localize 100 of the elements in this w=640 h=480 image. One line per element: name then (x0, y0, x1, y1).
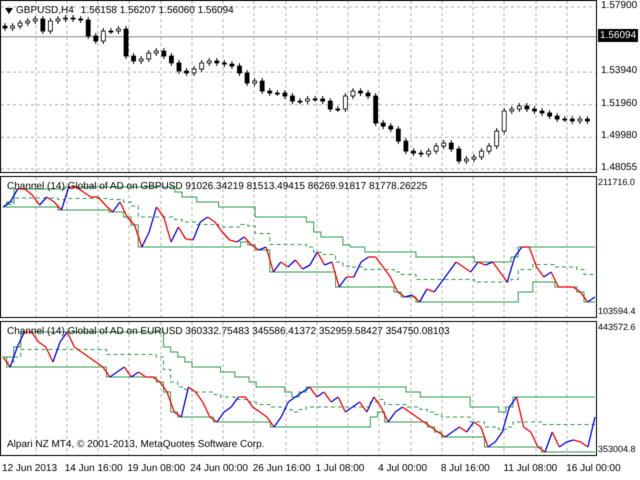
candlestick (100, 28, 106, 45)
candlestick (547, 110, 552, 120)
time-label: 11 Jul 08:00 (504, 462, 558, 474)
candlestick (585, 116, 590, 124)
price-label: 1.51960 (601, 98, 638, 109)
candlestick (350, 88, 356, 100)
candlestick (252, 78, 258, 86)
candlestick (146, 50, 152, 62)
candlestick (479, 148, 484, 161)
candlestick (78, 16, 84, 24)
price-label: 1.53940 (601, 66, 638, 76)
candlestick (86, 16, 91, 40)
candlestick (577, 116, 582, 124)
time-label: 26 Jun 16:00 (252, 462, 311, 474)
candlestick (237, 62, 242, 76)
time-label: 12 Jun 2013 (2, 462, 58, 474)
candlestick (562, 116, 568, 123)
candlestick (25, 18, 30, 26)
candlestick (570, 116, 575, 124)
candlestick (63, 14, 68, 22)
time-label: 14 Jun 16:00 (64, 462, 123, 474)
candlestick (290, 92, 295, 105)
candlestick (540, 108, 544, 116)
candlestick (328, 98, 333, 112)
candlestick (434, 142, 439, 155)
candlestick (176, 59, 182, 74)
candlestick (131, 52, 136, 64)
candlestick (40, 16, 46, 34)
copyright-text: Alpari NZ MT4, © 2001-2013, MetaQuotes Software Corp. (7, 438, 264, 452)
candlestick (456, 146, 462, 164)
candlestick (418, 150, 424, 158)
candlestick (138, 56, 144, 64)
candlestick (373, 92, 378, 126)
candlestick (260, 78, 265, 95)
candlestick (486, 142, 492, 155)
candlestick (298, 98, 302, 105)
candlestick (464, 156, 469, 164)
candlestick (404, 138, 408, 155)
candlestick (192, 66, 196, 76)
candlestick (554, 112, 560, 123)
candlestick (169, 52, 174, 66)
candlestick (48, 18, 53, 34)
candlestick (312, 96, 318, 102)
candlestick (18, 20, 23, 30)
candlestick (206, 58, 212, 66)
ohlc-values: 1.56158 1.56207 1.56060 1.56094 (80, 4, 234, 18)
candlestick (532, 106, 537, 114)
candlestick (10, 22, 15, 32)
candlestick (244, 70, 250, 86)
candlestick (305, 96, 310, 105)
candlestick (441, 140, 446, 150)
candlestick (116, 26, 121, 34)
candlestick (56, 16, 60, 24)
candlestick (472, 154, 476, 162)
candlestick (388, 122, 394, 133)
candlestick (426, 148, 431, 158)
candlestick (411, 148, 416, 157)
time-label: 16 Jul 00:00 (566, 462, 621, 474)
price-label: 1.48055 (601, 162, 638, 173)
candlestick (524, 102, 530, 112)
candlestick (358, 88, 363, 97)
time-label: 19 Jun 08:00 (127, 462, 186, 474)
time-label: 8 Jul 16:00 (440, 462, 490, 474)
candlestick (199, 59, 204, 72)
candlestick (494, 128, 500, 150)
candlestick (2, 22, 8, 32)
candlestick (516, 102, 522, 112)
candlestick (70, 14, 76, 22)
candlestick (222, 59, 227, 68)
axis-min-label: 103594.4 (598, 307, 636, 316)
price-label: 1.49980 (601, 131, 638, 142)
candlestick (154, 48, 159, 57)
time-label: 24 Jun 00:00 (190, 462, 248, 474)
candlestick (342, 92, 348, 112)
candlestick (267, 88, 272, 97)
candlestick (282, 90, 288, 100)
candlestick (274, 90, 280, 97)
candlestick (335, 106, 340, 112)
candlestick (380, 120, 386, 130)
candlestick (161, 48, 166, 60)
current-price-label: 1.56094 (598, 28, 638, 42)
candlestick (502, 108, 507, 135)
caret-icon[interactable] (5, 8, 13, 14)
symbol-label: GBPUSD,H4 (16, 4, 74, 18)
candlestick (320, 96, 326, 105)
candlestick (32, 16, 38, 24)
candlestick (124, 26, 128, 60)
candlestick (366, 90, 370, 100)
time-label: 1 Jul 08:00 (315, 462, 364, 474)
time-label: 4 Jul 00:00 (378, 462, 428, 474)
axis-min-label: 353004.8 (598, 445, 636, 454)
axis-max-label: 211716.0 (598, 178, 635, 187)
candlestick (448, 140, 454, 152)
axis-max-label: 443572.6 (598, 323, 636, 332)
candlestick (230, 60, 234, 70)
candlestick (184, 68, 189, 76)
candlestick (396, 126, 401, 145)
candlestick (509, 106, 514, 114)
candlestick (108, 28, 114, 34)
candlestick (93, 32, 98, 45)
